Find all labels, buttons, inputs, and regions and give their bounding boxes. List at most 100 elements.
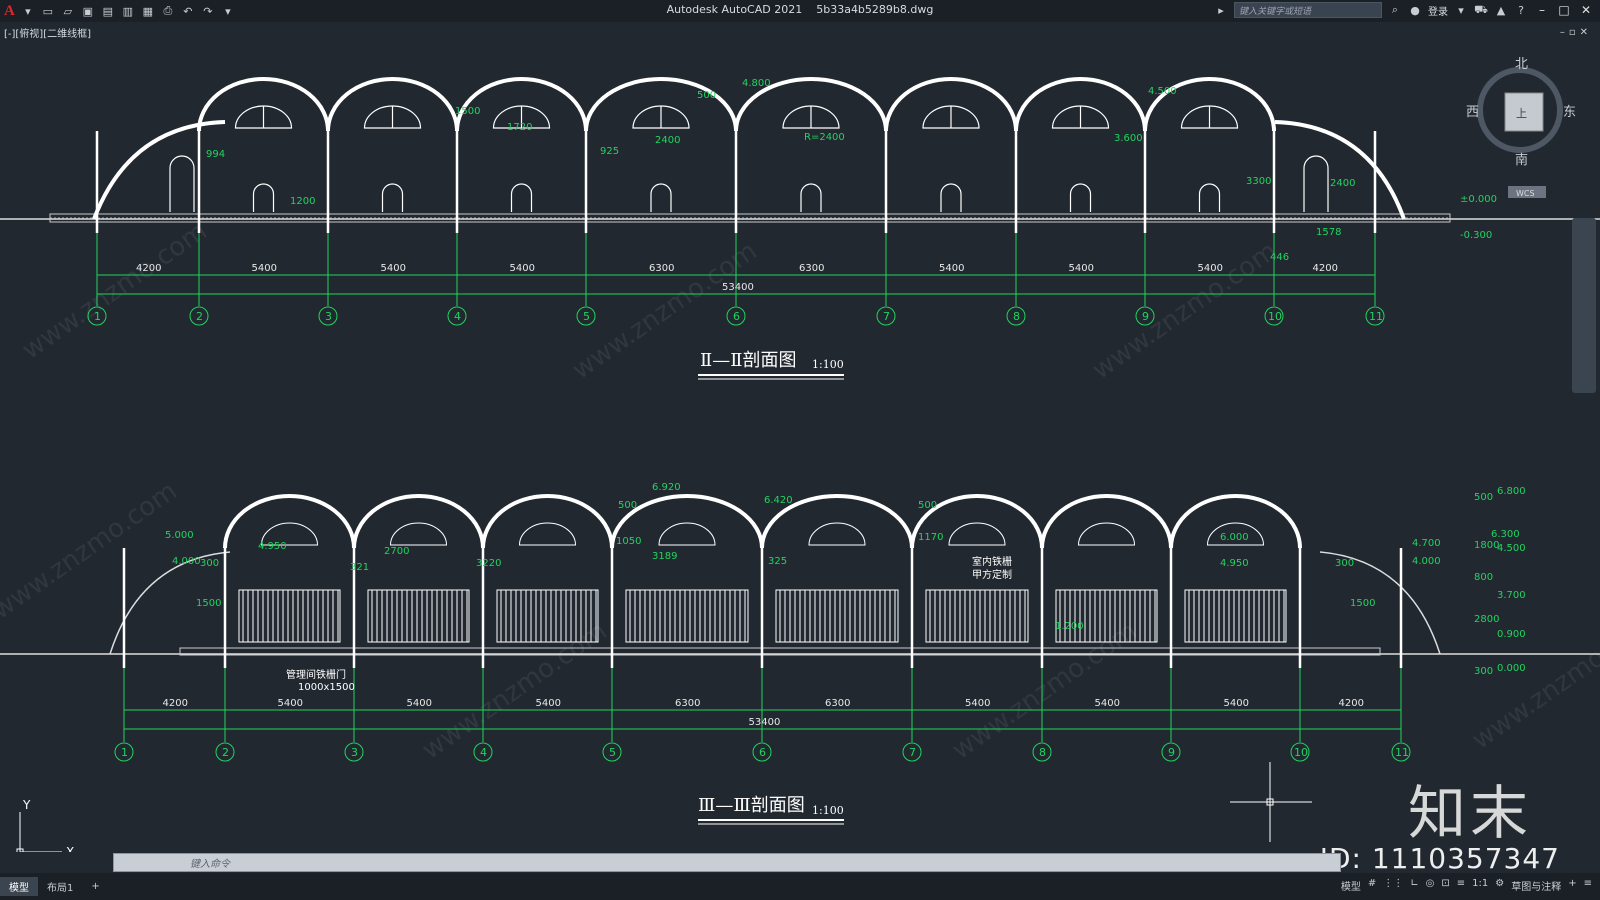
snap-icon[interactable]: ⋮⋮ <box>1383 878 1403 893</box>
dropdown-arrow-icon[interactable]: ▾ <box>1454 4 1468 17</box>
note-client-custom: 甲方定制 <box>972 568 1012 581</box>
customize-toolbar-icon[interactable]: ▾ <box>221 5 235 18</box>
axis-label: 9 <box>1142 310 1149 323</box>
dimension-text: 3300 <box>1246 176 1271 187</box>
axis-label: 8 <box>1013 310 1020 323</box>
fanlight-window <box>518 522 577 546</box>
dimension-text: 3220 <box>476 558 501 569</box>
axis-label: 4 <box>480 746 487 759</box>
door-opening <box>940 183 962 212</box>
dimension-text: 500 <box>618 500 637 511</box>
annotation-scale[interactable]: 1:1 <box>1472 878 1488 893</box>
section-2-2-drawing: 1 4200 2 5400 3 5400 4 5400 5 6300 6 6300 7 5400 8 5400… <box>0 77 1600 326</box>
tab-model[interactable]: 模型 <box>0 877 38 896</box>
login-link[interactable]: 登录 <box>1428 3 1448 18</box>
open-folder-icon[interactable]: ▱ <box>61 5 75 18</box>
span-dimension: 4200 <box>136 263 161 274</box>
maximize-button[interactable]: □ <box>1556 3 1572 17</box>
axis-label: 10 <box>1268 310 1282 323</box>
help-icon[interactable]: ? <box>1514 4 1528 17</box>
axis-label: 7 <box>883 310 890 323</box>
save-as-icon[interactable]: ▤ <box>101 5 115 18</box>
gear-icon[interactable]: ⚙ <box>1495 878 1504 893</box>
osnap-icon[interactable]: ⊡ <box>1441 878 1449 893</box>
search-input[interactable]: 键入关键字或短语 <box>1234 2 1382 18</box>
door-opening <box>1069 183 1092 212</box>
level-mark: 6.420 <box>764 495 793 506</box>
level-mark: 6.000 <box>1220 532 1249 543</box>
viewcube-north-label: 北 <box>1515 57 1528 72</box>
span-dimension: 4200 <box>1339 698 1364 709</box>
dimension-text: 300 <box>1474 666 1493 677</box>
command-input[interactable]: 键入命令 <box>190 855 230 870</box>
viewcube-south-label: 南 <box>1515 152 1528 168</box>
level-mark: 4.000 <box>172 556 201 567</box>
axis-label: 1 <box>121 746 128 759</box>
tab-add-layout[interactable]: + <box>82 879 108 894</box>
viewcube: 上 北 南 西 东 WCS <box>1466 57 1576 198</box>
span-dimension: 5400 <box>252 263 277 274</box>
close-icon[interactable]: ✕ <box>137 855 146 868</box>
ucs-icon: Y X <box>16 798 74 852</box>
new-file-icon[interactable]: ▭ <box>41 5 55 18</box>
workspace-switch[interactable]: 草图与注释 <box>1511 878 1561 893</box>
span-dimension: 4200 <box>1313 263 1338 274</box>
plus-icon[interactable]: + <box>1568 878 1576 893</box>
ortho-icon[interactable]: ∟ <box>1410 878 1418 893</box>
grip-icon[interactable]: ⋮ <box>118 855 129 868</box>
save-icon[interactable]: ▣ <box>81 5 95 18</box>
polar-icon[interactable]: ◎ <box>1426 878 1435 893</box>
print-icon[interactable]: ⎙ <box>161 4 175 18</box>
close-button[interactable]: ✕ <box>1578 3 1594 17</box>
dimension-text: R=2400 <box>804 132 845 143</box>
level-mark: 6.300 <box>1491 529 1520 540</box>
grid-icon[interactable]: # <box>1368 878 1376 893</box>
door-opening <box>650 183 672 212</box>
customize-icon[interactable]: ≡ <box>1584 878 1592 893</box>
door-opening <box>1198 183 1221 212</box>
total-dimension: 53400 <box>722 282 754 293</box>
dimension-text: 325 <box>768 556 787 567</box>
minimize-button[interactable]: – <box>1534 3 1550 17</box>
search-icon[interactable]: ⌕ <box>1388 3 1402 17</box>
fanlight-window <box>1077 522 1136 546</box>
watermark-text: www.znzmo.com <box>17 216 213 366</box>
cart-icon[interactable]: ⛟ <box>1474 3 1488 17</box>
dimension-text: 500 <box>697 90 716 101</box>
iron-railing <box>925 589 1029 643</box>
drawing-canvas[interactable]: www.znzmo.com www.znzmo.com www.znzmo.co… <box>0 40 1600 852</box>
web-mobile-icon[interactable]: ▥ <box>121 5 135 18</box>
fanlight-window <box>389 522 448 546</box>
vault-arch <box>352 494 485 549</box>
undo-icon[interactable]: ↶ <box>181 5 195 18</box>
autocad-logo-icon[interactable]: A <box>4 3 15 20</box>
viewport-label[interactable]: [-][俯视][二维线框] <box>4 25 91 40</box>
dimension-text: 1720 <box>507 122 532 133</box>
axis-label: 11 <box>1395 746 1409 759</box>
level-mark: ±0.000 <box>1460 194 1497 205</box>
axis-label: 1 <box>94 310 101 323</box>
vault-arch <box>481 494 614 549</box>
expand-arrow-icon[interactable]: ▸ <box>1214 4 1228 17</box>
dimension-text: 925 <box>600 146 619 157</box>
customize-wrench-icon[interactable]: ⚙ <box>154 855 164 868</box>
model-space-button[interactable]: 模型 <box>1341 878 1361 893</box>
navigation-bar[interactable] <box>1572 218 1596 393</box>
command-line[interactable]: 键入命令 <box>113 853 1341 872</box>
level-mark: 0.000 <box>1497 663 1526 674</box>
dropdown-arrow-icon[interactable]: ▾ <box>21 5 35 18</box>
vault-arch <box>1040 494 1173 549</box>
document-window-controls[interactable]: –▫✕ <box>1560 27 1592 38</box>
autodesk-a360-icon[interactable]: ▲ <box>1494 4 1508 17</box>
axis-label: 2 <box>222 746 229 759</box>
span-dimension: 5400 <box>939 263 964 274</box>
tab-layout1[interactable]: 布局1 <box>38 877 82 896</box>
dimension-text: 1578 <box>1316 227 1341 238</box>
recent-commands-icon[interactable]: ▭▾ <box>172 855 188 868</box>
user-icon[interactable]: ● <box>1408 4 1422 17</box>
redo-icon[interactable]: ↷ <box>201 5 215 18</box>
lineweight-icon[interactable]: ≡ <box>1457 878 1465 893</box>
vault-arch <box>223 494 356 549</box>
plot-icon[interactable]: ▦ <box>141 5 155 18</box>
span-dimension: 5400 <box>1198 263 1223 274</box>
